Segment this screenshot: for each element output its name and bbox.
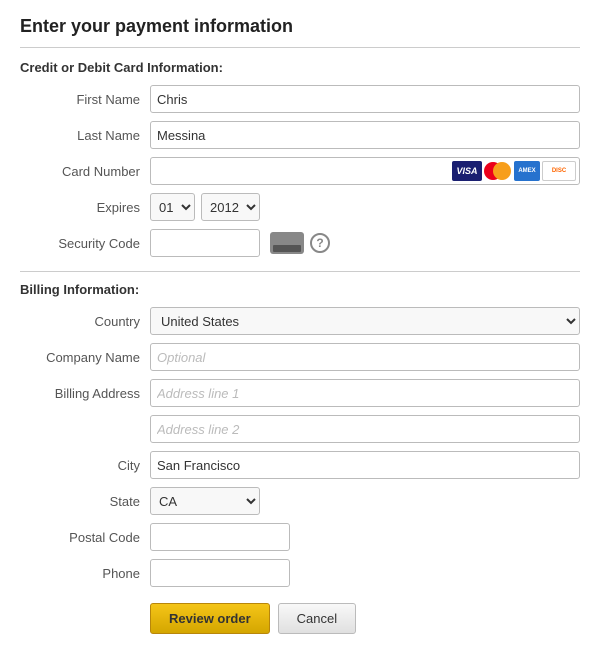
mc-circle2 (493, 162, 511, 180)
credit-section-title: Credit or Debit Card Information: (20, 60, 580, 75)
expires-year-select[interactable]: 2012201320142015 2016201720182019 202020… (201, 193, 260, 221)
payment-form: Enter your payment information Credit or… (0, 0, 600, 654)
expires-selects: 01020304 05060708 09101112 2012201320142… (150, 193, 260, 221)
card-icons: VISA AMEX DISC (452, 161, 576, 181)
security-code-label: Security Code (20, 236, 150, 251)
city-row: City (20, 451, 580, 479)
company-name-label: Company Name (20, 350, 150, 365)
country-label: Country (20, 314, 150, 329)
security-code-wrapper: ? (150, 229, 330, 257)
phone-input[interactable] (150, 559, 290, 587)
city-input[interactable] (150, 451, 580, 479)
mastercard-icon (484, 161, 512, 181)
expires-label: Expires (20, 200, 150, 215)
billing-address-label: Billing Address (20, 386, 150, 401)
postal-code-label: Postal Code (20, 530, 150, 545)
card-number-row: Card Number VISA AMEX DISC (20, 157, 580, 185)
billing-section-title: Billing Information: (20, 282, 580, 297)
security-card-icon (270, 232, 304, 254)
first-name-row: First Name (20, 85, 580, 113)
buttons-row: Review order Cancel (20, 603, 580, 634)
company-name-row: Company Name (20, 343, 580, 371)
billing-address-input1[interactable] (150, 379, 580, 407)
security-strip (273, 245, 301, 252)
postal-code-input[interactable] (150, 523, 290, 551)
card-number-label: Card Number (20, 164, 150, 179)
expires-row: Expires 01020304 05060708 09101112 20122… (20, 193, 580, 221)
security-code-input[interactable] (150, 229, 260, 257)
state-row: State CA NY TX FL WA (20, 487, 580, 515)
state-label: State (20, 494, 150, 509)
billing-address-input2[interactable] (150, 415, 580, 443)
expires-month-select[interactable]: 01020304 05060708 09101112 (150, 193, 195, 221)
last-name-row: Last Name (20, 121, 580, 149)
page-title: Enter your payment information (20, 16, 580, 48)
visa-icon: VISA (452, 161, 482, 181)
first-name-input[interactable] (150, 85, 580, 113)
cancel-button[interactable]: Cancel (278, 603, 356, 634)
card-number-wrapper: VISA AMEX DISC (150, 157, 580, 185)
help-icon[interactable]: ? (310, 233, 330, 253)
billing-section: Billing Information: Country United Stat… (20, 271, 580, 587)
country-row: Country United States Canada United King… (20, 307, 580, 335)
phone-row: Phone (20, 559, 580, 587)
city-label: City (20, 458, 150, 473)
discover-icon: DISC (542, 161, 576, 181)
company-name-input[interactable] (150, 343, 580, 371)
amex-icon: AMEX (514, 161, 540, 181)
postal-code-row: Postal Code (20, 523, 580, 551)
last-name-input[interactable] (150, 121, 580, 149)
state-select[interactable]: CA NY TX FL WA (150, 487, 260, 515)
last-name-label: Last Name (20, 128, 150, 143)
review-order-button[interactable]: Review order (150, 603, 270, 634)
country-select[interactable]: United States Canada United Kingdom Aust… (150, 307, 580, 335)
billing-divider (20, 271, 580, 272)
security-code-row: Security Code ? (20, 229, 580, 257)
phone-label: Phone (20, 566, 150, 581)
first-name-label: First Name (20, 92, 150, 107)
billing-address-row2 (20, 415, 580, 443)
billing-address-row1: Billing Address (20, 379, 580, 407)
